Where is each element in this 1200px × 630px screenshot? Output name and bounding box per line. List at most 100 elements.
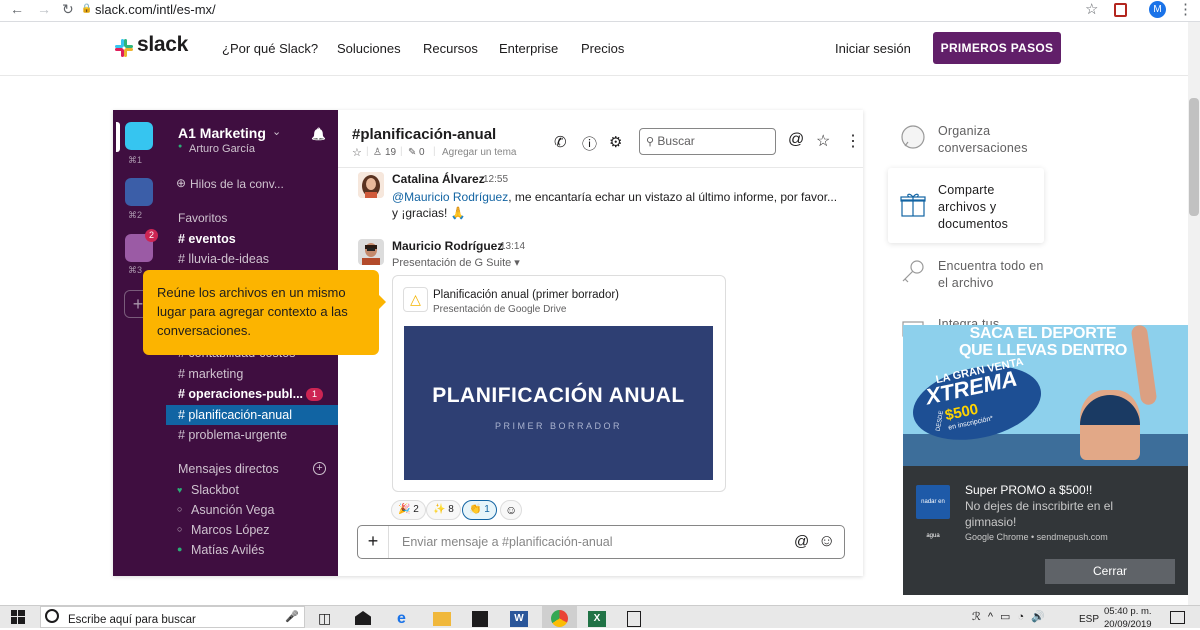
back-icon[interactable]: ←	[10, 1, 24, 17]
attach-button[interactable]: +	[358, 526, 389, 558]
nav-resources[interactable]: Recursos	[423, 41, 478, 56]
search-placeholder: Buscar	[657, 134, 695, 148]
gift-file-icon	[900, 193, 926, 217]
reaction-clap[interactable]: 👏 1	[462, 500, 497, 520]
message-author[interactable]: Catalina Álvarez	[392, 172, 485, 186]
clock-time[interactable]: 05:40 p. m.	[1104, 606, 1152, 617]
browser-menu-icon[interactable]: ⋮	[1178, 0, 1193, 18]
mention-icon[interactable]: @	[794, 533, 809, 550]
profile-avatar[interactable]: M	[1149, 1, 1166, 18]
party-emoji-icon: 🎉	[398, 504, 411, 515]
emoji-icon[interactable]: ☺	[818, 531, 835, 551]
member-count[interactable]: 19	[385, 147, 396, 158]
add-reaction-icon[interactable]: ☺	[500, 500, 523, 520]
members-icon[interactable]: ♙	[373, 147, 382, 158]
notification-body[interactable]: No dejes de inscribirte en el gimnasio!	[965, 498, 1145, 530]
task-view-icon[interactable]: ◫	[318, 610, 331, 627]
store-icon[interactable]	[472, 611, 488, 627]
message-author[interactable]: Mauricio Rodríguez	[392, 239, 503, 253]
reaction-party[interactable]: 🎉 2	[391, 500, 426, 520]
add-dm-icon[interactable]: +	[313, 462, 326, 475]
slack-logo-icon[interactable]	[114, 38, 134, 58]
nav-why-slack[interactable]: ¿Por qué Slack?	[222, 41, 318, 56]
word-icon[interactable]: W	[510, 611, 528, 627]
chevron-down-icon[interactable]: ⌄	[272, 125, 281, 138]
direct-messages-header[interactable]: Mensajes directos	[178, 462, 279, 476]
composer-placeholder[interactable]: Enviar mensaje a #planificación-anual	[402, 535, 613, 549]
search-input[interactable]: ⚲ Buscar	[639, 128, 776, 155]
reload-icon[interactable]: ↻	[62, 1, 74, 18]
gear-icon[interactable]: ⚙	[609, 133, 622, 151]
feature-organize[interactable]: Organiza conversaciones	[938, 123, 1048, 157]
pin-icon[interactable]: ✎	[408, 147, 416, 158]
message-time[interactable]: 13:14	[500, 241, 525, 252]
notifications-icon[interactable]	[1170, 611, 1185, 624]
file-title[interactable]: Planificación anual (primer borrador)	[433, 289, 619, 301]
get-started-button[interactable]: PRIMEROS PASOS	[933, 32, 1061, 64]
workspace-icon-1[interactable]	[125, 122, 153, 150]
sidebar-item-marketing[interactable]: # marketing	[166, 364, 338, 384]
nav-solutions[interactable]: Soluciones	[337, 41, 401, 56]
language-indicator[interactable]: ESP	[1079, 614, 1099, 625]
slide-title: PLANIFICACIÓN ANUAL	[432, 384, 685, 407]
clock-date[interactable]: 20/09/2019	[1104, 619, 1152, 630]
bookmark-star-icon[interactable]: ☆	[1085, 0, 1098, 18]
pin-count[interactable]: 0	[419, 147, 425, 158]
user-mention[interactable]: @Mauricio Rodríguez	[392, 190, 508, 204]
search-key-icon	[902, 260, 924, 283]
taskbar-search-placeholder[interactable]: Escribe aquí para buscar	[68, 614, 196, 626]
microphone-icon[interactable]: 🎤	[285, 610, 299, 623]
star-icon[interactable]: ☆	[816, 131, 830, 151]
threads-icon[interactable]: ⊕	[176, 176, 186, 190]
notification-title[interactable]: Super PROMO a $500!!	[965, 483, 1092, 497]
excel-icon[interactable]: X	[588, 611, 606, 627]
system-tray-icons[interactable]: ℛ ^ ▭ ◔ 🔊	[972, 610, 1047, 623]
add-topic-link[interactable]: Agregar un tema	[442, 147, 517, 158]
calculator-icon[interactable]	[627, 611, 641, 627]
threads-link[interactable]: Hilos de la conv...	[190, 177, 284, 191]
address-bar[interactable]: slack.com/intl/es-mx/	[95, 2, 216, 17]
info-icon[interactable]: ⓘ	[582, 133, 597, 154]
forward-icon[interactable]: →	[37, 1, 51, 17]
bell-icon[interactable]: 🔔	[311, 127, 326, 141]
dm-matias-aviles[interactable]: Matías Avilés	[179, 540, 329, 560]
message-time[interactable]: 12:55	[483, 174, 508, 185]
sidebar-item-eventos[interactable]: # eventos	[166, 229, 338, 249]
slack-logo-text[interactable]: slack	[137, 33, 188, 57]
divider: |	[366, 146, 369, 157]
dm-slackbot[interactable]: Slackbot	[179, 480, 329, 500]
workspace-badge: 2	[145, 229, 159, 242]
notification-source: Google Chrome • sendmepush.com	[965, 532, 1108, 542]
star-channel-icon[interactable]: ☆	[352, 146, 362, 159]
more-icon[interactable]: ⋮	[845, 131, 861, 151]
current-user: Arturo García	[189, 143, 256, 155]
channel-title[interactable]: #planificación-anual	[352, 126, 496, 143]
phone-icon[interactable]: ✆	[554, 133, 567, 151]
edge-browser-icon[interactable]: e	[397, 610, 406, 628]
login-link[interactable]: Iniciar sesión	[835, 41, 911, 56]
dm-asuncion-vega[interactable]: Asunción Vega	[179, 500, 329, 520]
nav-pricing[interactable]: Precios	[581, 41, 624, 56]
feature-share[interactable]: Comparte archivos y documentos	[938, 182, 1038, 233]
feature-search[interactable]: Encuentra todo en el archivo	[938, 258, 1048, 292]
sidebar-item-lluvia-de-ideas[interactable]: # lluvia-de-ideas	[166, 249, 338, 269]
workspace-name[interactable]: A1 Marketing	[178, 125, 266, 141]
nav-enterprise[interactable]: Enterprise	[499, 41, 558, 56]
attachment-type[interactable]: Presentación de G Suite ▾	[392, 256, 520, 269]
search-icon: ⚲	[646, 136, 655, 148]
scrollbar-thumb[interactable]	[1189, 98, 1199, 216]
extension-shield-icon[interactable]	[1114, 3, 1127, 17]
workspace-icon-2[interactable]	[125, 178, 153, 206]
sidebar-item-problema-urgente[interactable]: # problema-urgente	[166, 425, 338, 445]
avatar[interactable]	[358, 172, 384, 198]
avatar[interactable]	[358, 239, 384, 265]
reaction-sparkles[interactable]: ✨ 8	[426, 500, 461, 520]
sidebar-item-planificacion-anual[interactable]: # planificación-anual	[166, 405, 338, 425]
mentions-icon[interactable]: @	[788, 131, 804, 149]
chrome-icon[interactable]	[551, 610, 568, 627]
dm-marcos-lopez[interactable]: Marcos López	[179, 520, 329, 540]
windows-start-icon[interactable]	[11, 610, 25, 624]
favorites-header[interactable]: Favoritos	[178, 211, 227, 225]
notification-close-button[interactable]: Cerrar	[1045, 559, 1175, 584]
file-explorer-icon[interactable]	[433, 612, 451, 626]
